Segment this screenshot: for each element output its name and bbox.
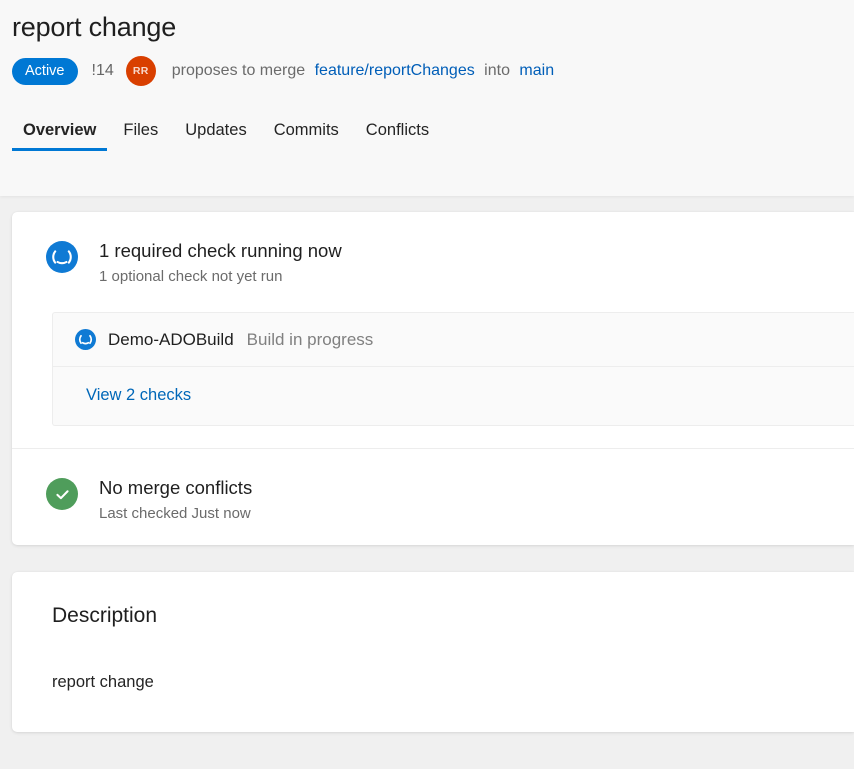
pull-request-id: !14 — [92, 62, 114, 80]
pull-request-meta: Active !14 RR proposes to merge feature/… — [12, 56, 854, 86]
tab-updates[interactable]: Updates — [174, 122, 257, 152]
target-branch-link[interactable]: main — [519, 62, 554, 79]
merge-conflicts-title: No merge conflicts — [99, 475, 252, 501]
merge-conflicts-status-row: No merge conflicts Last checked Just now — [12, 449, 854, 545]
description-card: Description report change — [12, 572, 854, 732]
merge-conflicts-texts: No merge conflicts Last checked Just now — [99, 475, 252, 525]
success-check-icon — [46, 475, 78, 510]
checks-status-subtitle: 1 optional check not yet run — [99, 266, 342, 288]
overview-content: 1 required check running now 1 optional … — [0, 196, 854, 732]
tab-conflicts-label: Conflicts — [366, 121, 429, 139]
status-card: 1 required check running now 1 optional … — [12, 212, 854, 545]
checks-panel: Demo-ADOBuild Build in progress View 2 c… — [52, 312, 854, 426]
in-progress-spinner-icon — [75, 329, 96, 350]
tab-overview[interactable]: Overview — [12, 122, 107, 152]
tab-conflicts[interactable]: Conflicts — [355, 122, 440, 152]
tab-bar: Overview Files Updates Commits Conflicts — [12, 105, 854, 151]
merge-infix-text: into — [484, 62, 510, 79]
page-title: report change — [12, 0, 854, 45]
tab-files[interactable]: Files — [112, 122, 169, 152]
status-badge: Active — [12, 58, 78, 85]
in-progress-spinner-icon — [46, 238, 78, 273]
tab-commits-label: Commits — [274, 121, 339, 139]
description-heading: Description — [52, 602, 854, 630]
tab-files-label: Files — [123, 121, 158, 139]
checks-status-row: 1 required check running now 1 optional … — [12, 212, 854, 308]
checks-status-texts: 1 required check running now 1 optional … — [99, 238, 342, 288]
source-branch-link[interactable]: feature/reportChanges — [315, 62, 475, 79]
description-body: report change — [52, 670, 854, 694]
check-row-demo-adobuild[interactable]: Demo-ADOBuild Build in progress — [53, 313, 854, 367]
merge-conflicts-subtitle: Last checked Just now — [99, 503, 252, 525]
view-checks-row: View 2 checks — [53, 367, 854, 425]
check-name: Demo-ADOBuild — [108, 330, 234, 350]
checks-status-title: 1 required check running now — [99, 238, 342, 264]
view-checks-link[interactable]: View 2 checks — [86, 386, 191, 404]
merge-prefix-text: proposes to merge — [172, 62, 305, 79]
tab-updates-label: Updates — [185, 121, 246, 139]
check-state: Build in progress — [247, 330, 374, 350]
pull-request-header: report change Active !14 RR proposes to … — [0, 0, 854, 196]
tab-commits[interactable]: Commits — [263, 122, 350, 152]
avatar[interactable]: RR — [126, 56, 156, 86]
tab-overview-label: Overview — [23, 121, 96, 139]
merge-description: proposes to merge feature/reportChanges … — [170, 62, 557, 80]
